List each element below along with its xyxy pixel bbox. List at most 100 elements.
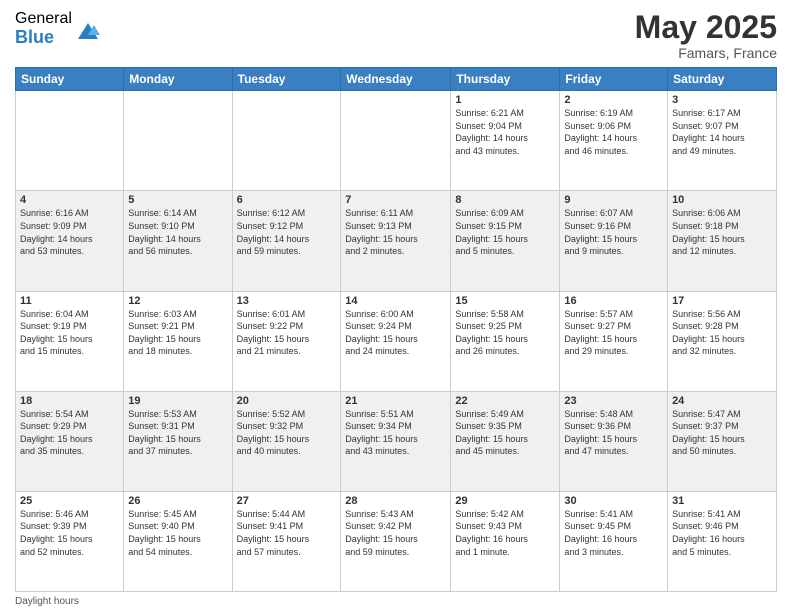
calendar-cell: 23Sunrise: 5:48 AM Sunset: 9:36 PM Dayli… [560,391,668,491]
col-wednesday: Wednesday [341,68,451,91]
day-info: Sunrise: 5:58 AM Sunset: 9:25 PM Dayligh… [455,308,555,358]
calendar-cell: 16Sunrise: 5:57 AM Sunset: 9:27 PM Dayli… [560,291,668,391]
day-info: Sunrise: 5:48 AM Sunset: 9:36 PM Dayligh… [564,408,663,458]
calendar-week-5: 25Sunrise: 5:46 AM Sunset: 9:39 PM Dayli… [16,491,777,591]
col-monday: Monday [124,68,232,91]
calendar-cell: 13Sunrise: 6:01 AM Sunset: 9:22 PM Dayli… [232,291,341,391]
day-info: Sunrise: 6:17 AM Sunset: 9:07 PM Dayligh… [672,107,772,157]
day-number: 22 [455,395,555,407]
day-number: 27 [237,495,337,507]
calendar-cell: 21Sunrise: 5:51 AM Sunset: 9:34 PM Dayli… [341,391,451,491]
calendar-week-3: 11Sunrise: 6:04 AM Sunset: 9:19 PM Dayli… [16,291,777,391]
calendar-cell: 5Sunrise: 6:14 AM Sunset: 9:10 PM Daylig… [124,191,232,291]
day-number: 30 [564,495,663,507]
footer: Daylight hours [15,596,777,607]
day-info: Sunrise: 5:54 AM Sunset: 9:29 PM Dayligh… [20,408,119,458]
day-number: 21 [345,395,446,407]
calendar-cell: 6Sunrise: 6:12 AM Sunset: 9:12 PM Daylig… [232,191,341,291]
day-info: Sunrise: 5:42 AM Sunset: 9:43 PM Dayligh… [455,508,555,558]
day-number: 12 [128,295,227,307]
calendar-cell: 2Sunrise: 6:19 AM Sunset: 9:06 PM Daylig… [560,91,668,191]
calendar: Sunday Monday Tuesday Wednesday Thursday… [15,67,777,592]
calendar-cell: 25Sunrise: 5:46 AM Sunset: 9:39 PM Dayli… [16,491,124,591]
day-number: 28 [345,495,446,507]
calendar-cell [124,91,232,191]
calendar-cell: 27Sunrise: 5:44 AM Sunset: 9:41 PM Dayli… [232,491,341,591]
calendar-cell: 4Sunrise: 6:16 AM Sunset: 9:09 PM Daylig… [16,191,124,291]
day-info: Sunrise: 5:53 AM Sunset: 9:31 PM Dayligh… [128,408,227,458]
day-number: 20 [237,395,337,407]
calendar-cell: 12Sunrise: 6:03 AM Sunset: 9:21 PM Dayli… [124,291,232,391]
day-number: 2 [564,94,663,106]
calendar-cell: 15Sunrise: 5:58 AM Sunset: 9:25 PM Dayli… [451,291,560,391]
day-number: 25 [20,495,119,507]
calendar-cell: 19Sunrise: 5:53 AM Sunset: 9:31 PM Dayli… [124,391,232,491]
day-number: 18 [20,395,119,407]
day-number: 26 [128,495,227,507]
calendar-week-2: 4Sunrise: 6:16 AM Sunset: 9:09 PM Daylig… [16,191,777,291]
day-info: Sunrise: 6:21 AM Sunset: 9:04 PM Dayligh… [455,107,555,157]
day-number: 3 [672,94,772,106]
day-info: Sunrise: 6:06 AM Sunset: 9:18 PM Dayligh… [672,207,772,257]
day-info: Sunrise: 5:46 AM Sunset: 9:39 PM Dayligh… [20,508,119,558]
logo-blue: Blue [15,28,72,48]
calendar-cell: 30Sunrise: 5:41 AM Sunset: 9:45 PM Dayli… [560,491,668,591]
day-info: Sunrise: 5:51 AM Sunset: 9:34 PM Dayligh… [345,408,446,458]
day-info: Sunrise: 6:01 AM Sunset: 9:22 PM Dayligh… [237,308,337,358]
day-number: 1 [455,94,555,106]
day-info: Sunrise: 6:09 AM Sunset: 9:15 PM Dayligh… [455,207,555,257]
day-number: 17 [672,295,772,307]
day-number: 23 [564,395,663,407]
calendar-cell: 24Sunrise: 5:47 AM Sunset: 9:37 PM Dayli… [668,391,777,491]
calendar-cell [232,91,341,191]
calendar-header-row: Sunday Monday Tuesday Wednesday Thursday… [16,68,777,91]
calendar-cell: 14Sunrise: 6:00 AM Sunset: 9:24 PM Dayli… [341,291,451,391]
logo-general: General [15,10,72,28]
day-info: Sunrise: 6:04 AM Sunset: 9:19 PM Dayligh… [20,308,119,358]
calendar-cell: 9Sunrise: 6:07 AM Sunset: 9:16 PM Daylig… [560,191,668,291]
day-number: 5 [128,194,227,206]
calendar-cell: 10Sunrise: 6:06 AM Sunset: 9:18 PM Dayli… [668,191,777,291]
page: General Blue May 2025 Famars, France Sun… [0,0,792,612]
col-tuesday: Tuesday [232,68,341,91]
day-number: 29 [455,495,555,507]
col-saturday: Saturday [668,68,777,91]
logo-text: General Blue [15,10,72,47]
day-number: 14 [345,295,446,307]
day-info: Sunrise: 5:44 AM Sunset: 9:41 PM Dayligh… [237,508,337,558]
day-info: Sunrise: 6:00 AM Sunset: 9:24 PM Dayligh… [345,308,446,358]
calendar-week-1: 1Sunrise: 6:21 AM Sunset: 9:04 PM Daylig… [16,91,777,191]
day-info: Sunrise: 5:47 AM Sunset: 9:37 PM Dayligh… [672,408,772,458]
calendar-cell: 8Sunrise: 6:09 AM Sunset: 9:15 PM Daylig… [451,191,560,291]
logo: General Blue [15,10,102,47]
day-number: 9 [564,194,663,206]
day-info: Sunrise: 5:52 AM Sunset: 9:32 PM Dayligh… [237,408,337,458]
calendar-cell: 11Sunrise: 6:04 AM Sunset: 9:19 PM Dayli… [16,291,124,391]
day-number: 13 [237,295,337,307]
day-number: 24 [672,395,772,407]
day-info: Sunrise: 6:07 AM Sunset: 9:16 PM Dayligh… [564,207,663,257]
day-info: Sunrise: 5:41 AM Sunset: 9:46 PM Dayligh… [672,508,772,558]
col-sunday: Sunday [16,68,124,91]
day-info: Sunrise: 5:57 AM Sunset: 9:27 PM Dayligh… [564,308,663,358]
calendar-cell: 26Sunrise: 5:45 AM Sunset: 9:40 PM Dayli… [124,491,232,591]
calendar-cell: 18Sunrise: 5:54 AM Sunset: 9:29 PM Dayli… [16,391,124,491]
day-info: Sunrise: 5:41 AM Sunset: 9:45 PM Dayligh… [564,508,663,558]
day-info: Sunrise: 6:11 AM Sunset: 9:13 PM Dayligh… [345,207,446,257]
calendar-cell: 29Sunrise: 5:42 AM Sunset: 9:43 PM Dayli… [451,491,560,591]
title-block: May 2025 Famars, France [635,10,777,61]
calendar-cell [341,91,451,191]
day-number: 19 [128,395,227,407]
day-number: 16 [564,295,663,307]
day-info: Sunrise: 6:16 AM Sunset: 9:09 PM Dayligh… [20,207,119,257]
location: Famars, France [635,45,777,61]
calendar-week-4: 18Sunrise: 5:54 AM Sunset: 9:29 PM Dayli… [16,391,777,491]
day-number: 8 [455,194,555,206]
day-number: 7 [345,194,446,206]
day-info: Sunrise: 5:43 AM Sunset: 9:42 PM Dayligh… [345,508,446,558]
day-number: 10 [672,194,772,206]
calendar-cell: 17Sunrise: 5:56 AM Sunset: 9:28 PM Dayli… [668,291,777,391]
calendar-cell: 31Sunrise: 5:41 AM Sunset: 9:46 PM Dayli… [668,491,777,591]
day-info: Sunrise: 5:49 AM Sunset: 9:35 PM Dayligh… [455,408,555,458]
day-info: Sunrise: 5:56 AM Sunset: 9:28 PM Dayligh… [672,308,772,358]
